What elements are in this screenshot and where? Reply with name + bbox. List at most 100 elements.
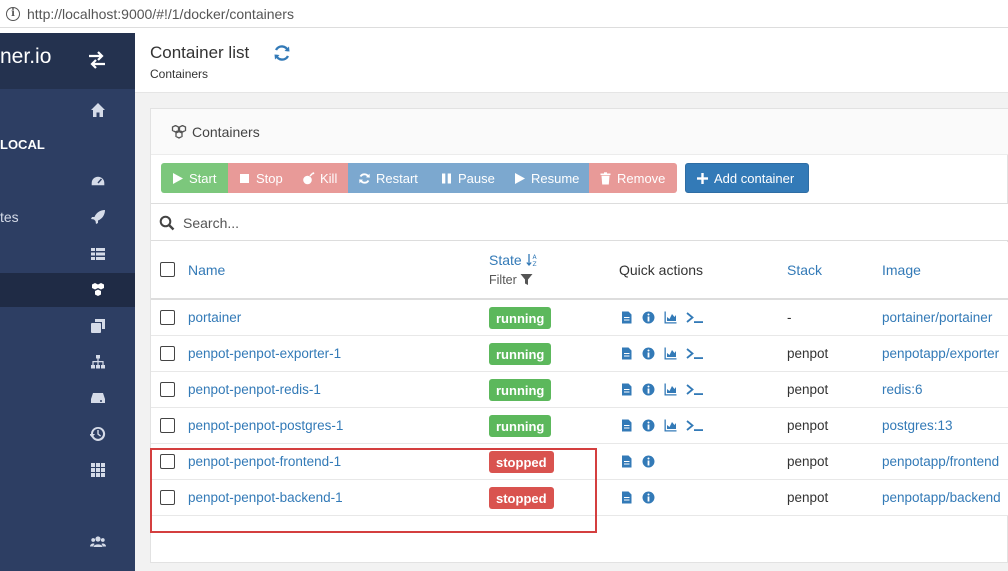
- endpoint-label: LOCAL: [0, 137, 45, 152]
- file-icon[interactable]: [620, 455, 633, 468]
- column-header-state[interactable]: State A Z: [489, 252, 540, 268]
- stack-name: penpot: [787, 418, 829, 433]
- row-checkbox[interactable]: [160, 382, 175, 397]
- play-icon: [173, 172, 183, 184]
- start-button[interactable]: Start: [161, 163, 228, 193]
- sidebar-item-templates-label[interactable]: tes: [0, 209, 19, 225]
- sidebar-item-containers-active[interactable]: [0, 273, 135, 307]
- quick-actions: [620, 311, 713, 324]
- home-icon[interactable]: [88, 100, 108, 120]
- file-icon[interactable]: [620, 347, 633, 360]
- quick-actions: [620, 491, 664, 504]
- image-link[interactable]: portainer/portainer: [882, 310, 992, 325]
- table-row: penpot-penpot-postgres-1 running penpot pos…: [151, 408, 1008, 444]
- restart-button[interactable]: Restart: [348, 163, 430, 193]
- cubes-icon[interactable]: [88, 280, 108, 300]
- info-circle-icon[interactable]: [642, 455, 655, 468]
- select-all-checkbox[interactable]: [160, 262, 175, 277]
- terminal-icon[interactable]: [686, 383, 704, 396]
- file-icon[interactable]: [620, 491, 633, 504]
- table-row: penpot-penpot-exporter-1 running penpot pen…: [151, 336, 1008, 372]
- container-name-link[interactable]: penpot-penpot-postgres-1: [188, 418, 343, 433]
- area-chart-icon[interactable]: [664, 383, 677, 396]
- info-icon[interactable]: i: [6, 6, 20, 21]
- cubes-icon: [171, 125, 187, 139]
- terminal-icon[interactable]: [686, 311, 704, 324]
- plus-icon: [697, 172, 708, 184]
- history-icon[interactable]: [88, 424, 108, 444]
- svg-text:A: A: [532, 254, 537, 261]
- image-link[interactable]: penpotapp/exporter: [882, 346, 999, 361]
- quick-actions: [620, 347, 713, 360]
- row-checkbox[interactable]: [160, 310, 175, 325]
- status-badge: running: [489, 379, 552, 401]
- info-circle-icon[interactable]: [642, 311, 655, 324]
- clone-icon[interactable]: [88, 316, 108, 336]
- pause-button[interactable]: Pause: [430, 163, 503, 193]
- file-icon[interactable]: [620, 419, 633, 432]
- column-header-name[interactable]: Name: [188, 262, 225, 278]
- file-icon[interactable]: [620, 383, 633, 396]
- sort-icon: A Z: [525, 254, 537, 268]
- resume-button-label: Resume: [531, 170, 580, 186]
- image-link[interactable]: penpotapp/frontend: [882, 454, 999, 469]
- image-link[interactable]: penpotapp/backend: [882, 490, 1001, 505]
- remove-button-label: Remove: [617, 170, 666, 186]
- rocket-icon[interactable]: [88, 207, 108, 227]
- area-chart-icon[interactable]: [664, 311, 677, 324]
- stack-name: penpot: [787, 454, 829, 469]
- column-header-image[interactable]: Image: [882, 262, 921, 278]
- panel-title: Containers: [192, 124, 260, 140]
- swap-icon[interactable]: [86, 49, 108, 71]
- hdd-icon[interactable]: [88, 388, 108, 408]
- stop-button-label: Stop: [256, 170, 283, 186]
- pause-icon: [442, 173, 451, 183]
- terminal-icon[interactable]: [686, 419, 704, 432]
- sitemap-icon[interactable]: [88, 352, 108, 372]
- browser-address-bar[interactable]: i http://localhost:9000/#!/1/docker/cont…: [0, 0, 1008, 28]
- svg-text:Z: Z: [532, 261, 536, 267]
- image-link[interactable]: postgres:13: [882, 418, 953, 433]
- row-checkbox[interactable]: [160, 418, 175, 433]
- info-circle-icon[interactable]: [642, 383, 655, 396]
- pause-button-label: Pause: [458, 170, 495, 186]
- row-checkbox[interactable]: [160, 346, 175, 361]
- brand-logo-text[interactable]: ner.io: [0, 45, 51, 69]
- info-circle-icon[interactable]: [642, 419, 655, 432]
- file-icon[interactable]: [620, 311, 633, 324]
- resume-button[interactable]: Resume: [503, 163, 589, 193]
- add-container-button-label: Add container: [714, 170, 795, 186]
- kill-button-label: Kill: [320, 170, 338, 186]
- terminal-icon[interactable]: [686, 347, 704, 360]
- status-badge: running: [489, 307, 552, 329]
- search-input[interactable]: [183, 209, 883, 237]
- filter-icon: [520, 274, 533, 285]
- info-circle-icon[interactable]: [642, 491, 655, 504]
- remove-button[interactable]: Remove: [589, 163, 677, 193]
- area-chart-icon[interactable]: [664, 347, 677, 360]
- container-name-link[interactable]: portainer: [188, 310, 241, 325]
- url-text[interactable]: http://localhost:9000/#!/1/docker/contai…: [27, 6, 294, 22]
- list-icon[interactable]: [88, 244, 108, 264]
- kill-button[interactable]: Kill: [292, 163, 348, 193]
- column-header-stack[interactable]: Stack: [787, 262, 822, 278]
- stop-icon: [240, 173, 249, 183]
- grid-icon[interactable]: [88, 460, 108, 480]
- container-name-link[interactable]: penpot-penpot-redis-1: [188, 382, 321, 397]
- image-link[interactable]: redis:6: [882, 382, 923, 397]
- page-header: Container list Containers: [135, 33, 1008, 93]
- area-chart-icon[interactable]: [664, 419, 677, 432]
- stop-button[interactable]: Stop: [228, 163, 292, 193]
- add-container-button[interactable]: Add container: [685, 163, 809, 193]
- info-circle-icon[interactable]: [642, 347, 655, 360]
- refresh-icon[interactable]: [272, 43, 292, 63]
- container-name-link[interactable]: penpot-penpot-exporter-1: [188, 346, 341, 361]
- column-header-state-label: State: [489, 252, 522, 268]
- start-button-label: Start: [189, 170, 217, 186]
- users-icon[interactable]: [88, 532, 108, 552]
- highlight-annotation: [150, 448, 597, 533]
- column-header-quick-actions: Quick actions: [619, 262, 704, 278]
- restart-button-label: Restart: [376, 170, 418, 186]
- state-filter[interactable]: Filter: [489, 273, 533, 287]
- dashboard-icon[interactable]: [88, 172, 108, 192]
